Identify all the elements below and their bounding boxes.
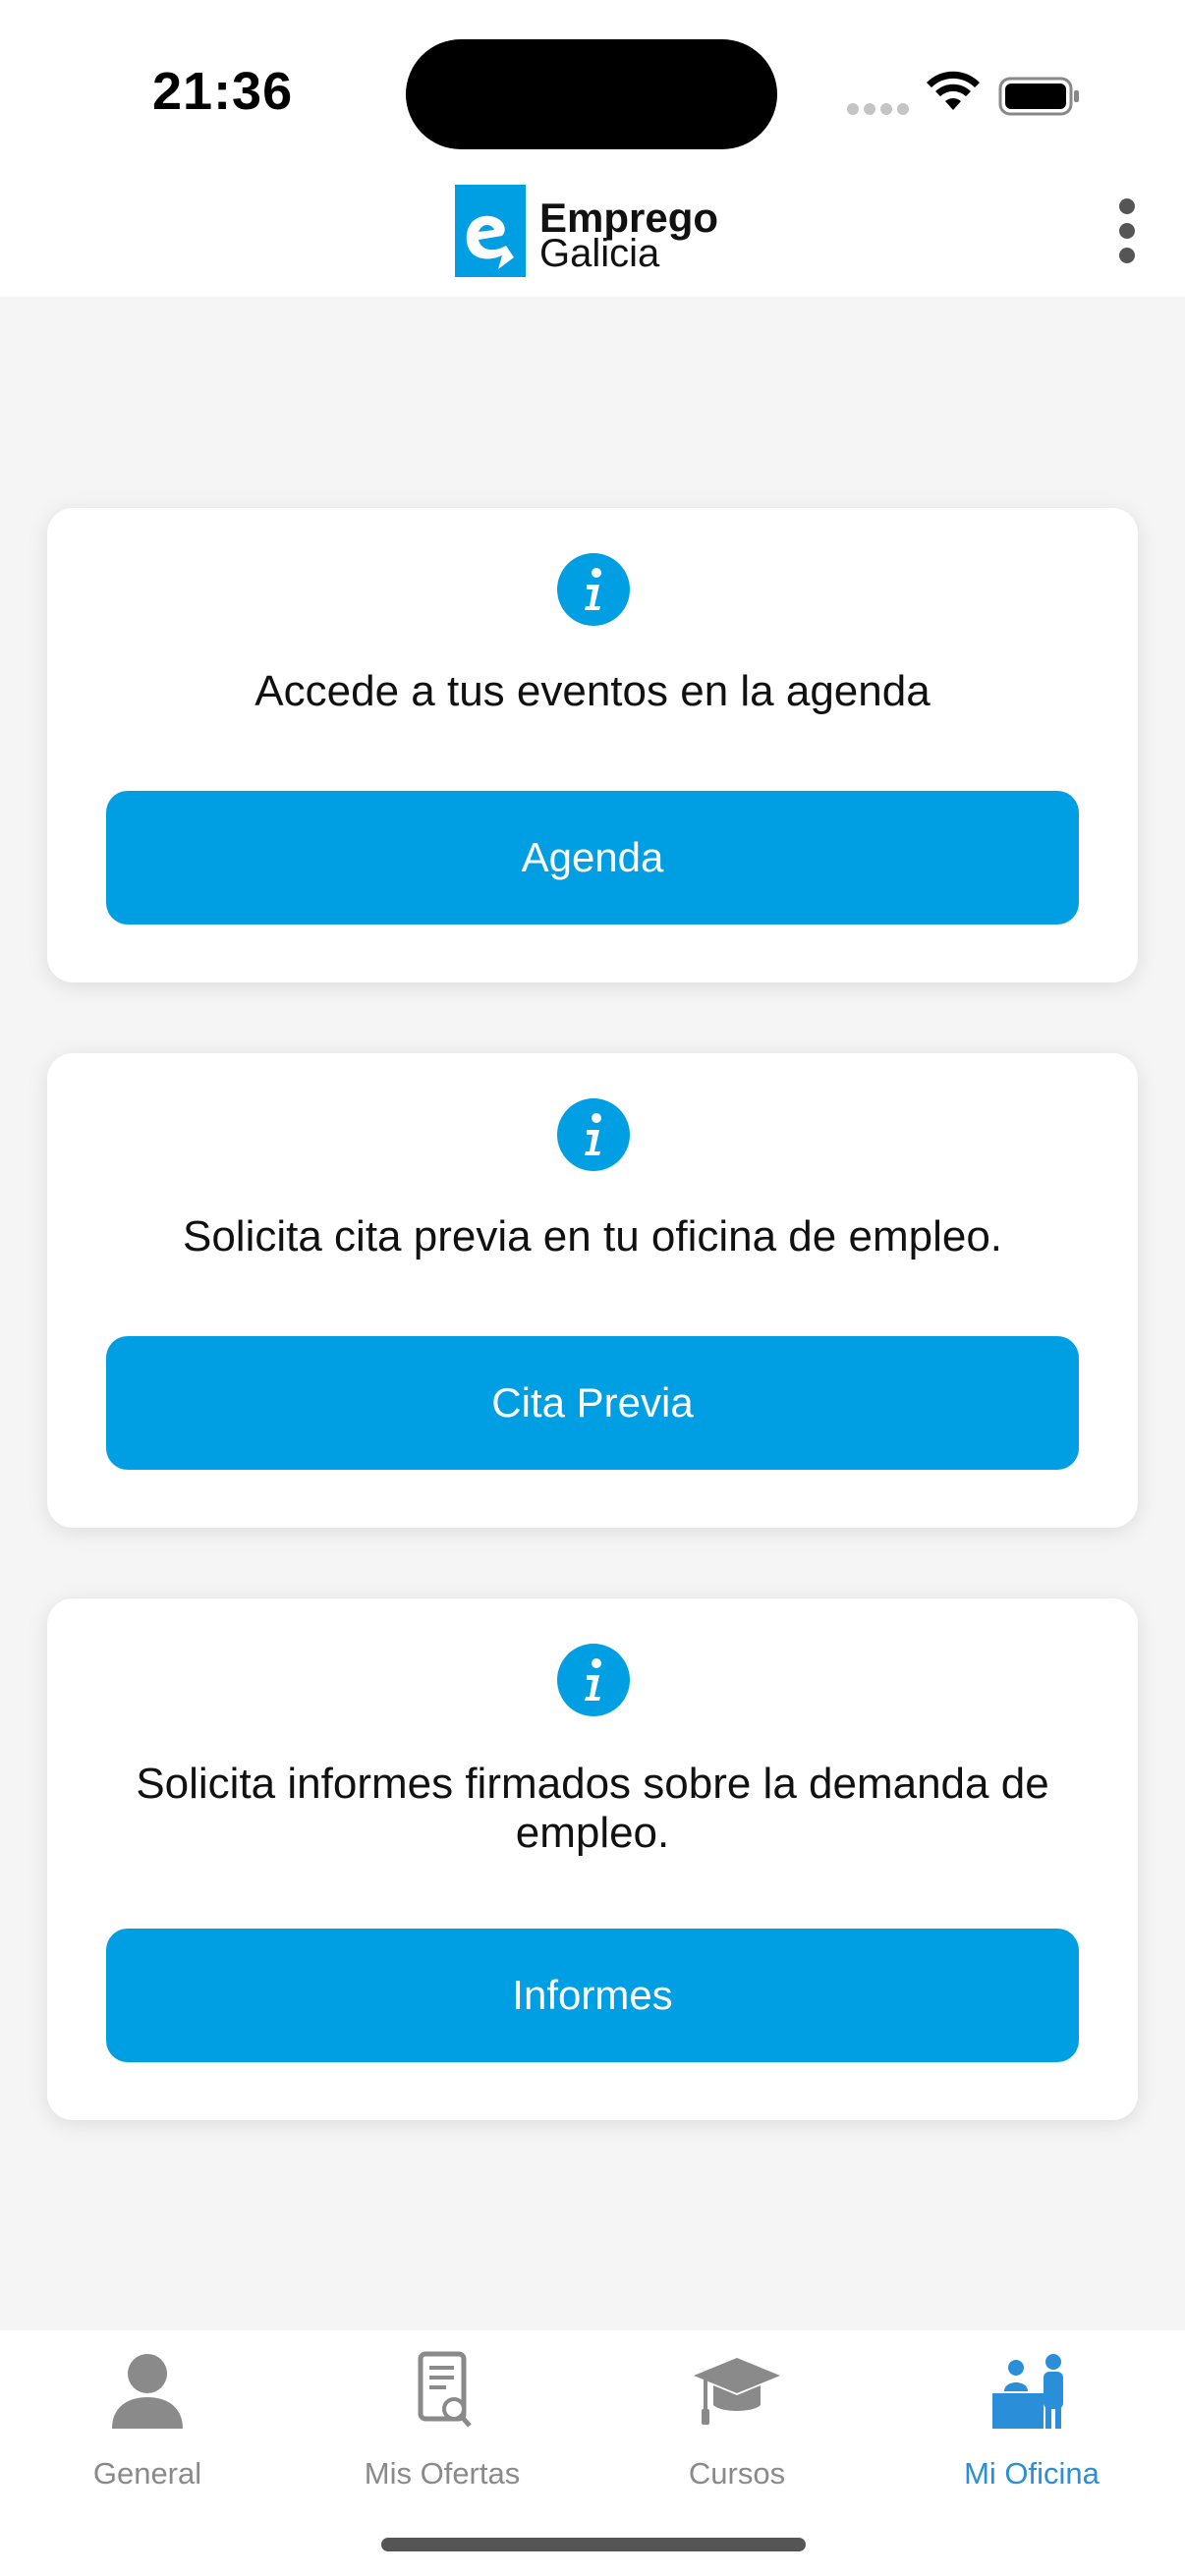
home-indicator bbox=[381, 2538, 806, 2551]
dynamic-island bbox=[406, 39, 777, 149]
more-vertical-icon bbox=[1119, 198, 1135, 214]
informes-button[interactable]: Informes bbox=[106, 1929, 1079, 2062]
wifi-icon bbox=[927, 71, 980, 110]
agenda-card: Accede a tus eventos en la agenda Agenda bbox=[47, 508, 1138, 982]
tab-cursos[interactable]: Cursos bbox=[590, 2330, 884, 2491]
emprego-logo-icon bbox=[455, 185, 526, 277]
status-bar: 21:36 bbox=[0, 0, 1185, 187]
agenda-button[interactable]: Agenda bbox=[106, 791, 1079, 924]
info-icon bbox=[557, 1644, 630, 1716]
emprego-galicia-logo: Emprego Galicia bbox=[455, 181, 750, 279]
cita-previa-card: Solicita cita previa en tu oficina de em… bbox=[47, 1053, 1138, 1528]
document-search-icon bbox=[418, 2351, 472, 2428]
info-icon bbox=[557, 1098, 630, 1171]
informes-card: Solicita informes firmados sobre la dema… bbox=[47, 1598, 1138, 2120]
logo-text-galicia: Galicia bbox=[539, 232, 660, 275]
agenda-card-text: Accede a tus eventos en la agenda bbox=[254, 667, 931, 715]
tab-mis-ofertas[interactable]: Mis Ofertas bbox=[295, 2330, 590, 2491]
cellular-signal-icon bbox=[847, 103, 909, 117]
tab-mis-ofertas-label: Mis Ofertas bbox=[364, 2456, 521, 2491]
more-options-button[interactable] bbox=[1100, 196, 1154, 265]
office-people-icon bbox=[992, 2354, 1063, 2429]
tab-general-label: General bbox=[92, 2456, 202, 2491]
informes-card-text: Solicita informes firmados sobre la dema… bbox=[136, 1760, 1049, 1857]
graduation-cap-icon bbox=[694, 2358, 780, 2425]
info-icon bbox=[557, 553, 630, 626]
tab-general[interactable]: General bbox=[0, 2330, 295, 2491]
cita-previa-button[interactable]: Cita Previa bbox=[106, 1336, 1079, 1470]
tab-cursos-label: Cursos bbox=[688, 2456, 786, 2491]
status-time: 21:36 bbox=[152, 62, 294, 121]
tab-mi-oficina-label: Mi Oficina bbox=[964, 2456, 1100, 2491]
person-icon bbox=[112, 2354, 183, 2429]
cita-previa-card-text: Solicita cita previa en tu oficina de em… bbox=[182, 1212, 1003, 1260]
app-header: Emprego Galicia bbox=[0, 167, 1185, 297]
tab-mi-oficina[interactable]: Mi Oficina bbox=[884, 2330, 1179, 2491]
battery-icon bbox=[998, 77, 1079, 116]
